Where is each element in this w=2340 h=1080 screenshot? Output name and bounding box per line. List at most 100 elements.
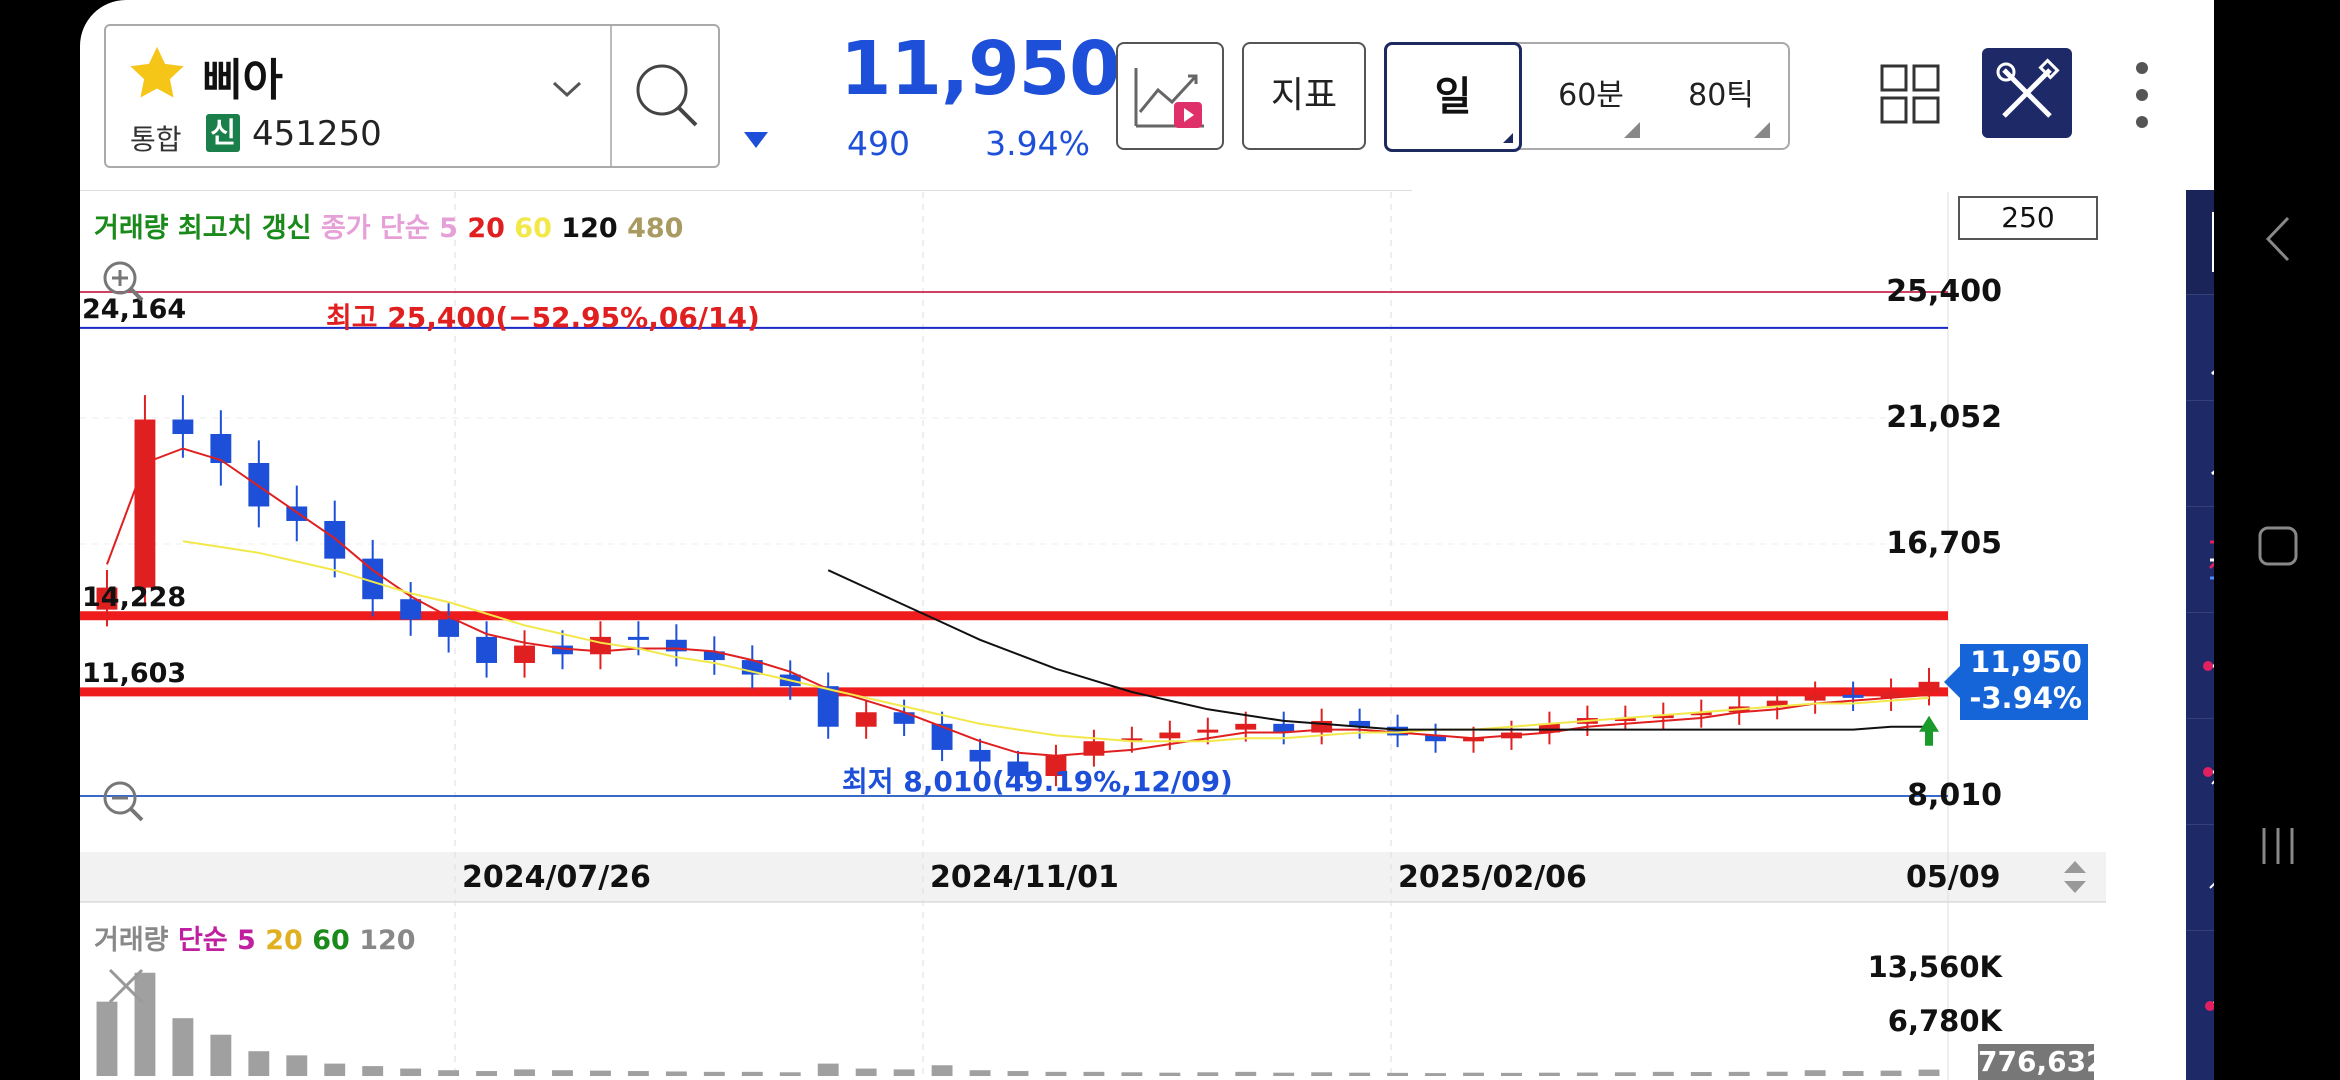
up-arrow-icon: [1919, 715, 1940, 746]
current-price-marker-pct: -3.94%: [1969, 681, 2082, 715]
volume-bar: [1690, 1072, 1712, 1076]
vol-legend-title: 거래량: [94, 925, 169, 956]
legend-ma480: 480: [627, 213, 684, 244]
ma-20-line: [106, 447, 1930, 757]
volume-bar: [438, 1070, 460, 1076]
legend-ma5: 5: [439, 213, 458, 244]
candle: [627, 636, 649, 640]
volume-bar: [1387, 1072, 1409, 1076]
volume-axis-label: 6,780K: [1887, 1004, 2002, 1038]
candle: [286, 506, 308, 521]
date-axis-label: 05/09: [1906, 860, 2001, 895]
volume-bar: [1766, 1071, 1788, 1076]
volume-bar: [1311, 1072, 1333, 1076]
erase-all-icon: ALL: [2211, 470, 2214, 476]
volume-bar: [1501, 1072, 1522, 1076]
volume-bar: [1349, 1072, 1371, 1076]
volume-bar: [665, 1071, 687, 1076]
zoom-in-icon[interactable]: [98, 256, 148, 306]
vol-legend-ma120: 120: [359, 925, 416, 956]
volume-bar: [552, 1070, 573, 1076]
horizontal-line-button[interactable]: [2186, 720, 2214, 825]
hline-label: 11,603: [82, 658, 187, 689]
volume-bar: [1463, 1072, 1484, 1076]
volume-bar: [1728, 1071, 1750, 1076]
volume-current-marker: 776,632: [1978, 1044, 2106, 1080]
eraser-button[interactable]: [2186, 296, 2214, 401]
hcl-lines-icon: H C L: [2208, 540, 2214, 580]
vol-legend-ma5: 5: [237, 925, 256, 956]
volume-bar: [1273, 1072, 1295, 1076]
volume-bar: [1083, 1071, 1105, 1076]
volume-bar: [172, 1018, 194, 1076]
trend-line-button[interactable]: [2186, 932, 2214, 1036]
close-x-icon[interactable]: [106, 966, 146, 1006]
erase-all-button[interactable]: ALL: [2186, 402, 2214, 507]
vol-legend-ma20: 20: [265, 925, 303, 956]
legend-volume-high: 거래량 최고치 갱신: [94, 213, 312, 244]
ma-60-line: [182, 540, 1930, 743]
volume-bar: [703, 1071, 725, 1076]
volume-bar: [1880, 1070, 1902, 1076]
volume-bar: [893, 1069, 915, 1076]
vol-legend-ma60: 60: [312, 925, 350, 956]
candle: [1197, 729, 1219, 733]
volume-bar: [1197, 1072, 1219, 1076]
candle: [476, 636, 498, 663]
candle: [324, 520, 346, 559]
ma-legend: 거래량 최고치 갱신 종가 단순 5 20 60 120 480: [94, 206, 683, 245]
eraser-icon: [2211, 370, 2214, 376]
volume-bar: [969, 1070, 991, 1076]
price-axis-label: 25,400: [1886, 274, 2002, 309]
crosshair-button[interactable]: [2186, 614, 2214, 719]
ma-120-line: [827, 569, 1929, 731]
volume-bar: [96, 1001, 118, 1076]
zoom-out-icon[interactable]: [98, 776, 148, 826]
candle: [855, 712, 877, 727]
trend-line-icon: [2205, 1001, 2214, 1011]
volume-bar: [741, 1071, 763, 1076]
date-axis-label: 2024/07/26: [462, 860, 651, 895]
volume-bar: [476, 1071, 498, 1076]
price-axis-label: 16,705: [1886, 526, 2002, 561]
hcl-line-button[interactable]: H C L: [2186, 508, 2214, 613]
volume-bar: [1007, 1071, 1029, 1076]
candle: [172, 419, 194, 435]
volume-bar: [1121, 1072, 1143, 1076]
vertical-line-button[interactable]: [2186, 826, 2214, 931]
volume-axis-label: 13,560K: [1867, 950, 2002, 984]
candle: [1159, 732, 1181, 739]
candle-count-box[interactable]: 250: [1958, 196, 2098, 240]
candle: [1804, 694, 1826, 701]
save-button[interactable]: [2186, 190, 2214, 295]
candle: [134, 419, 156, 588]
volume-bar: [324, 1063, 346, 1076]
volume-bar: [210, 1034, 232, 1076]
volume-bar: [817, 1063, 839, 1076]
volume-bar: [779, 1072, 801, 1076]
legend-ma120: 120: [561, 213, 618, 244]
axis-scroll-icon[interactable]: [2060, 856, 2090, 898]
volume-bar: [1652, 1071, 1674, 1076]
back-nav-icon[interactable]: [2262, 214, 2292, 264]
legend-close-simple: 종가 단순: [320, 213, 430, 244]
volume-bar: [627, 1071, 649, 1076]
current-price-marker-value: 11,950: [1970, 645, 2082, 679]
date-axis-label: 2025/02/06: [1398, 860, 1587, 895]
volume-bar: [1576, 1072, 1598, 1076]
vertical-line-icon: [2209, 882, 2214, 889]
crosshair-icon: [2203, 661, 2214, 671]
volume-bar: [1804, 1070, 1826, 1076]
date-axis-label: 2024/11/01: [930, 860, 1119, 895]
volume-bar: [590, 1070, 611, 1076]
volume-bar: [1425, 1073, 1446, 1076]
volume-bar: [362, 1066, 384, 1076]
home-nav-icon[interactable]: [2256, 524, 2300, 568]
volume-bar: [1235, 1071, 1257, 1076]
volume-bar: [514, 1069, 535, 1076]
save-icon: [2212, 212, 2214, 272]
candle: [1918, 681, 1940, 692]
volume-bar: [1538, 1072, 1560, 1076]
recents-nav-icon[interactable]: [2258, 824, 2298, 868]
volume-legend: 거래량 단순 5 20 60 120: [94, 918, 416, 957]
